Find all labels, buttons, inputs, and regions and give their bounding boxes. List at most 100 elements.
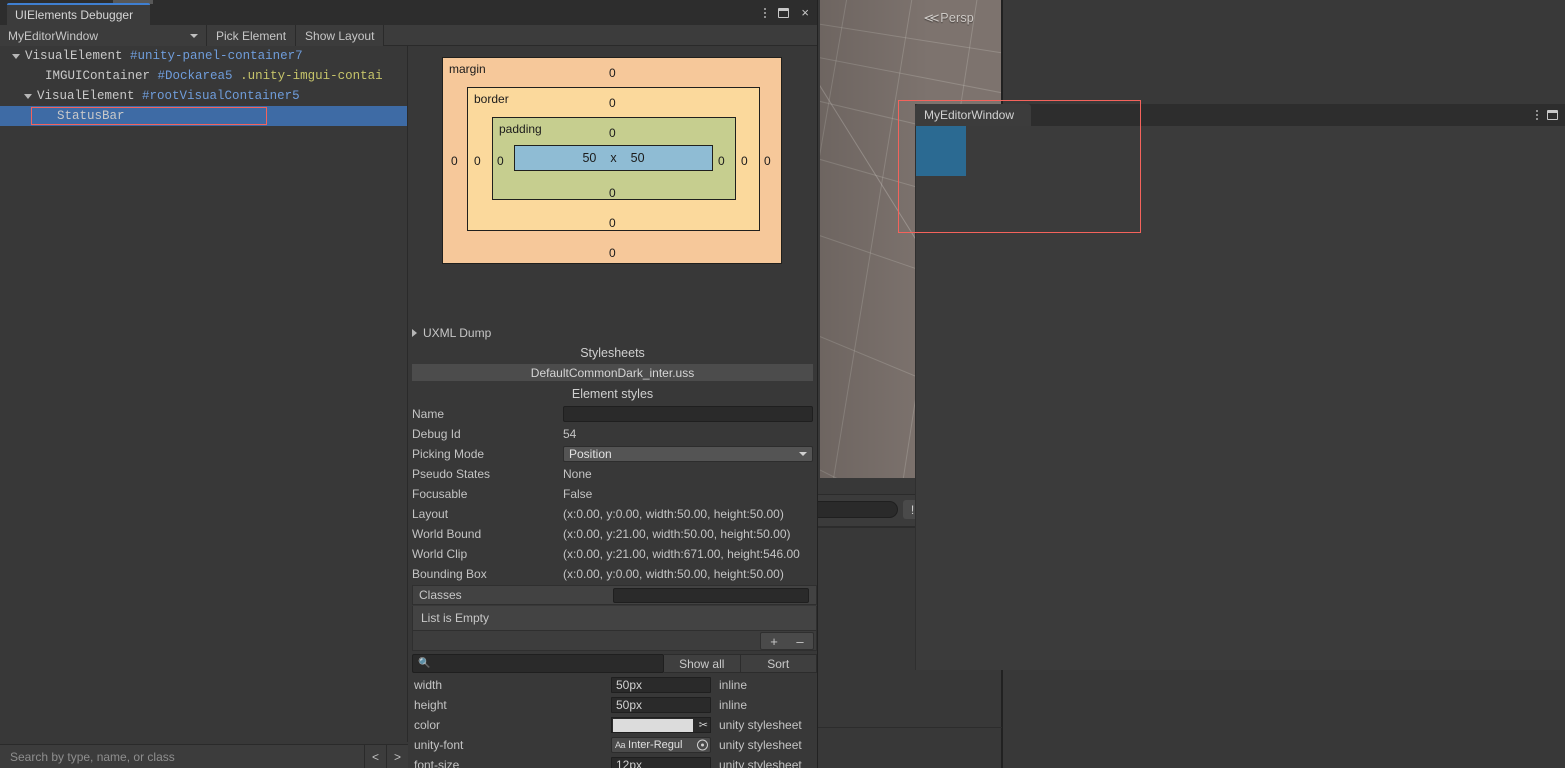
persp-text: Persp — [940, 11, 974, 25]
expand-arrow-icon[interactable] — [24, 93, 32, 99]
show-layout-button[interactable]: Show Layout — [296, 25, 385, 46]
margin-right-value[interactable]: 0 — [764, 155, 771, 167]
inspector-scrollbar[interactable] — [813, 92, 817, 612]
margin-bottom-value[interactable]: 0 — [609, 247, 616, 259]
color-picker-field[interactable]: ✂ — [611, 717, 711, 733]
field-value: (x:0.00, y:21.00, width:50.00, height:50… — [563, 527, 791, 541]
sort-button[interactable]: Sort — [740, 654, 817, 673]
padding-bottom-value[interactable]: 0 — [609, 187, 616, 199]
persp-chevron-icon: ≪ — [923, 11, 940, 25]
stylesheet-item[interactable]: DefaultCommonDark_inter.uss — [412, 364, 813, 381]
padding-top-value[interactable]: 0 — [609, 127, 616, 139]
debugger-toolbar: MyEditorWindow Pick Element Show Layout — [0, 25, 817, 46]
classes-list-footer: + – — [412, 631, 817, 651]
pick-element-button[interactable]: Pick Element — [207, 25, 297, 46]
field-label: Name — [412, 407, 445, 421]
object-picker-icon[interactable] — [697, 739, 708, 751]
margin-label: margin — [449, 62, 486, 76]
tree-row-type: StatusBar — [57, 109, 125, 123]
uxml-dump-foldout[interactable]: UXML Dump — [412, 325, 491, 341]
target-window-dropdown[interactable]: MyEditorWindow — [0, 25, 207, 46]
search-prev-button[interactable]: < — [364, 744, 386, 768]
show-layout-label: Show Layout — [305, 28, 375, 43]
show-all-button[interactable]: Show all — [664, 654, 741, 673]
field-row-debug-id: Debug Id 54 — [408, 424, 817, 444]
border-right-value[interactable]: 0 — [741, 155, 748, 167]
eyedropper-icon[interactable]: ✂ — [699, 719, 708, 732]
field-label: Layout — [412, 507, 449, 521]
my-editor-window-tabstrip: MyEditorWindow — [915, 104, 1565, 126]
field-label: Pseudo States — [412, 467, 491, 481]
chevron-down-icon — [799, 452, 807, 456]
field-value: False — [563, 487, 593, 501]
tree-row[interactable]: VisualElement #rootVisualContainer5 — [0, 86, 407, 106]
expand-arrow-icon[interactable] — [12, 53, 20, 59]
style-property-origin: unity stylesheet — [719, 758, 802, 768]
style-row-height: height 50px inline — [408, 695, 817, 715]
color-alpha-bar — [613, 729, 693, 731]
tree-row[interactable]: IMGUIContainer #Dockarea5 .unity-imgui-c… — [0, 66, 407, 86]
window-menu-dots-icon[interactable] — [764, 7, 767, 18]
margin-top-value[interactable]: 0 — [609, 67, 616, 79]
border-bottom-value[interactable]: 0 — [609, 217, 616, 229]
style-property-name: height — [414, 698, 447, 712]
remove-class-button[interactable]: – — [787, 633, 813, 649]
tree-search-input[interactable]: Search by type, name, or class — [0, 745, 364, 768]
element-tree[interactable]: VisualElement #unity-panel-container7 IM… — [0, 46, 408, 742]
chevron-down-icon — [190, 33, 198, 38]
uielements-debugger-window: UIElements Debugger × MyEditorWindow Pic… — [0, 0, 817, 768]
field-row-focusable: Focusable False — [408, 484, 817, 504]
classes-label: Classes — [419, 588, 462, 602]
picking-mode-dropdown[interactable]: Position — [563, 446, 813, 462]
tab-my-editor-window[interactable]: MyEditorWindow — [915, 104, 1031, 126]
search-next-button[interactable]: > — [386, 744, 408, 768]
pick-element-label: Pick Element — [216, 28, 287, 43]
field-value: (x:0.00, y:0.00, width:50.00, height:50.… — [563, 507, 784, 521]
my-editor-window[interactable]: MyEditorWindow — [915, 104, 1565, 670]
field-label: Picking Mode — [412, 447, 485, 461]
field-value: 54 — [563, 427, 577, 441]
field-label: Debug Id — [412, 427, 461, 441]
style-property-input[interactable]: 50px — [611, 697, 711, 713]
padding-right-value[interactable]: 0 — [718, 155, 725, 167]
tab-uielements-debugger[interactable]: UIElements Debugger — [7, 3, 150, 25]
classes-list-empty: List is Empty — [412, 606, 817, 631]
style-search-input[interactable]: 🔍 — [412, 654, 664, 673]
picking-mode-value: Position — [569, 447, 612, 461]
classes-input[interactable] — [613, 587, 809, 603]
field-row-layout: Layout (x:0.00, y:0.00, width:50.00, hei… — [408, 504, 817, 524]
tree-row-selected[interactable]: StatusBar — [0, 106, 407, 126]
field-value: None — [563, 467, 592, 481]
classes-list-empty-label: List is Empty — [421, 611, 490, 625]
padding-label: padding — [499, 122, 542, 136]
tree-row-class: .unity-imgui-contai — [240, 69, 383, 83]
box-model-content-layer: 50 x 50 — [514, 145, 713, 171]
add-class-button[interactable]: + — [761, 633, 787, 649]
font-name: Inter-Regul — [628, 739, 683, 751]
maximize-icon[interactable] — [778, 7, 790, 18]
padding-left-value[interactable]: 0 — [497, 155, 504, 167]
font-object-field[interactable]: Aa Inter-Regul — [611, 737, 711, 753]
style-property-origin: inline — [719, 698, 748, 712]
tree-row[interactable]: VisualElement #unity-panel-container7 — [0, 46, 407, 66]
tree-row-type: IMGUIContainer — [45, 69, 151, 83]
margin-left-value[interactable]: 0 — [451, 155, 458, 167]
maximize-icon[interactable] — [1547, 110, 1558, 120]
border-top-value[interactable]: 0 — [609, 97, 616, 109]
tree-row-type: VisualElement — [25, 49, 123, 63]
style-property-input[interactable]: 12px — [611, 757, 711, 768]
content-separator: x — [610, 151, 617, 165]
search-icon: 🔍 — [418, 658, 431, 669]
name-input[interactable] — [563, 406, 813, 422]
close-icon[interactable]: × — [801, 6, 809, 19]
style-property-name: color — [414, 718, 441, 732]
border-left-value[interactable]: 0 — [474, 155, 481, 167]
screen-root: ≪Persp ! MyEditorWindow UIElements Debug… — [0, 0, 1565, 768]
font-icon: Aa — [615, 740, 626, 750]
style-property-input[interactable]: 50px — [611, 677, 711, 693]
chevron-right-icon — [412, 329, 417, 337]
window-menu-dots-icon[interactable] — [1536, 110, 1538, 120]
sort-label: Sort — [767, 656, 790, 671]
field-label: World Bound — [412, 527, 482, 541]
field-label: Focusable — [412, 487, 468, 501]
